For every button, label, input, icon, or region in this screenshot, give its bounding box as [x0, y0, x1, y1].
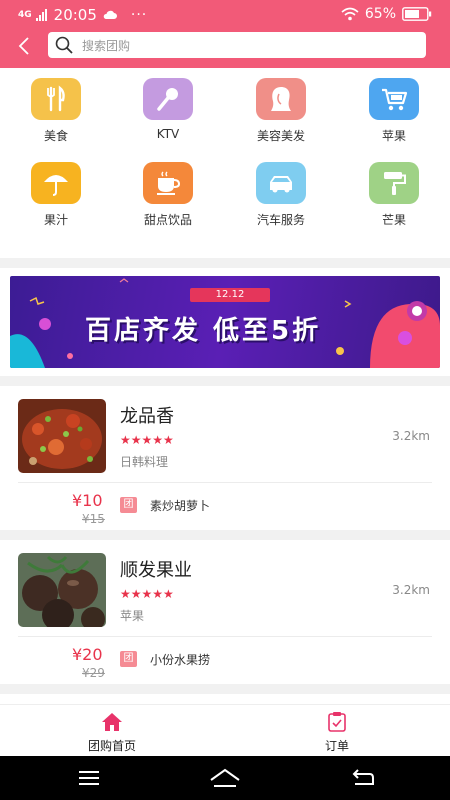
status-bar: 4G 20:05 ··· 65%: [0, 0, 450, 30]
shop-category: 日韩料理: [120, 455, 169, 469]
category-icon-bg: [31, 78, 81, 120]
shop-card[interactable]: 顺发果业 ★★★★★ 苹果 3.2km ¥20 ¥29 团 小份水果捞: [0, 535, 450, 680]
search-input[interactable]: 搜索团购: [48, 32, 426, 58]
cloud-icon: [103, 10, 117, 19]
category-beauty[interactable]: 美容美发: [225, 78, 337, 148]
category-label: 美容美发: [256, 129, 305, 143]
tab-orders[interactable]: 订单: [277, 711, 397, 754]
category-icon-bg: [31, 162, 81, 204]
deal-price: ¥20: [72, 645, 103, 664]
app-header: 4G 20:05 ··· 65% 搜索团购: [0, 0, 450, 68]
category-food[interactable]: 美食: [0, 78, 112, 148]
banner-tag: 12.12: [190, 288, 270, 302]
more-notifications-icon: ···: [130, 7, 148, 23]
shop-thumbnail: [18, 399, 106, 473]
category-icon-bg: [143, 162, 193, 204]
category-grid: 美食 KTV 美容美发 苹果 果汁 甜点饮品 汽车服务 芒果: [0, 74, 450, 254]
menu-icon[interactable]: [76, 766, 102, 790]
tab-label: 订单: [324, 739, 349, 753]
category-icon-bg: [369, 162, 419, 204]
deal-name[interactable]: 素炒胡萝卜: [150, 497, 210, 514]
battery-icon: [402, 7, 432, 21]
status-time: 20:05: [53, 6, 97, 24]
category-label: 果汁: [43, 213, 68, 227]
category-label: KTV: [156, 127, 180, 141]
shop-thumbnail: [18, 553, 106, 627]
system-nav-bar: [0, 756, 450, 800]
clipboard-check-icon: [328, 712, 346, 732]
rating-stars: ★★★★★: [120, 587, 174, 601]
original-price: ¥15: [82, 512, 105, 526]
category-label: 苹果: [381, 129, 406, 143]
coffee-cup-icon: [157, 171, 181, 195]
shop-thumbnail-image: [18, 553, 106, 627]
home-nav-icon[interactable]: [208, 766, 242, 790]
shop-thumbnail-image: [18, 399, 106, 473]
tab-label: 团购首页: [87, 739, 136, 753]
category-apple[interactable]: 苹果: [338, 78, 450, 148]
section-divider: [0, 684, 450, 694]
deal-name[interactable]: 小份水果捞: [150, 651, 210, 668]
category-label: 汽车服务: [256, 213, 305, 227]
section-divider: [0, 258, 450, 268]
wifi-icon: [341, 7, 359, 21]
category-car[interactable]: 汽车服务: [225, 162, 337, 232]
hair-salon-icon: [271, 87, 291, 111]
banner-headline: 百店齐发 低至5折: [85, 316, 322, 346]
battery-percent: 65%: [364, 6, 396, 22]
search-icon: [55, 36, 73, 54]
category-icon-bg: [369, 78, 419, 120]
category-label: 甜点饮品: [143, 213, 192, 227]
shop-category: 苹果: [120, 609, 145, 623]
shop-distance: 3.2km: [392, 429, 430, 443]
shop-distance: 3.2km: [392, 583, 430, 597]
card-divider: [18, 636, 432, 637]
group-buy-badge: 团: [120, 651, 137, 667]
category-label: 美食: [43, 129, 68, 143]
shop-name: 龙品香: [120, 406, 174, 427]
category-mango[interactable]: 芒果: [338, 162, 450, 232]
category-dessert[interactable]: 甜点饮品: [112, 162, 224, 232]
category-ktv[interactable]: KTV: [112, 78, 224, 148]
deal-price: ¥10: [72, 491, 103, 510]
search-placeholder: 搜索团购: [82, 38, 131, 53]
utensils-icon: [47, 85, 65, 112]
bottom-tab-bar: 团购首页 订单: [0, 704, 450, 756]
category-label: 芒果: [381, 213, 406, 227]
network-type: 4G: [18, 9, 32, 20]
original-price: ¥29: [82, 666, 105, 680]
shop-card[interactable]: 龙品香 ★★★★★ 日韩料理 3.2km ¥10 ¥15 团 素炒胡萝卜: [0, 381, 450, 526]
category-icon-bg: [143, 78, 193, 120]
paint-roller-icon: [384, 172, 406, 195]
tab-group-buy-home[interactable]: 团购首页: [52, 711, 172, 754]
umbrella-icon: [44, 175, 68, 196]
rating-stars: ★★★★★: [120, 433, 174, 447]
shop-name: 顺发果业: [120, 560, 192, 581]
home-icon: [102, 713, 122, 731]
back-nav-icon[interactable]: [350, 766, 376, 790]
card-divider: [18, 482, 432, 483]
category-juice[interactable]: 果汁: [0, 162, 112, 232]
back-icon[interactable]: [14, 35, 36, 57]
category-icon-bg: [256, 162, 306, 204]
promo-banner[interactable]: 12.12 百店齐发 低至5折: [10, 276, 440, 368]
car-icon: [270, 176, 292, 193]
group-buy-badge: 团: [120, 497, 137, 513]
signal-icon: [35, 9, 48, 21]
category-icon-bg: [256, 78, 306, 120]
shopping-cart-icon: [382, 88, 408, 111]
microphone-icon: [157, 88, 178, 111]
